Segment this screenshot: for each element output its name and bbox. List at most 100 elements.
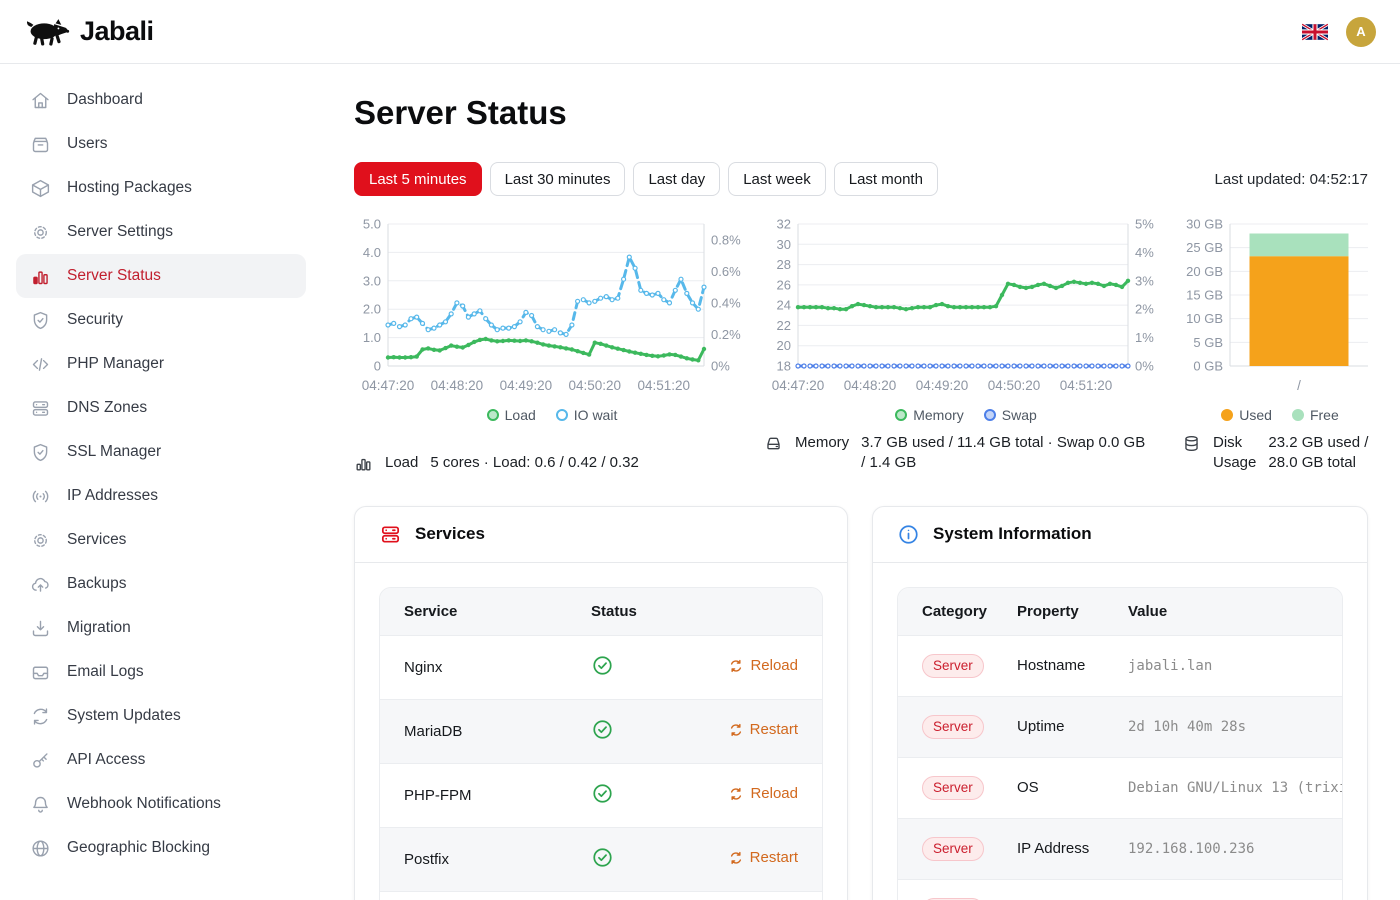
sidebar-item-php-manager[interactable]: PHP Manager	[16, 342, 306, 386]
sidebar-item-server-status[interactable]: Server Status	[16, 254, 306, 298]
time-range-button-last-month[interactable]: Last month	[834, 162, 938, 196]
svg-text:30 GB: 30 GB	[1186, 217, 1223, 232]
legend-label: Free	[1310, 407, 1339, 423]
legend-item-memory: Memory	[895, 407, 964, 423]
sidebar-item-label: SSL Manager	[67, 443, 161, 461]
svg-text:04:47:20: 04:47:20	[362, 378, 415, 393]
sidebar-item-label: PHP Manager	[67, 355, 164, 373]
property-name: Connections	[993, 879, 1104, 900]
table-row: PHP-FPMReload	[380, 763, 822, 827]
time-range-button-last-5-minutes[interactable]: Last 5 minutes	[354, 162, 482, 196]
sidebar-item-ssl-manager[interactable]: SSL Manager	[16, 430, 306, 474]
service-action-reload-link[interactable]: Reload	[729, 657, 798, 674]
sidebar-item-label: Backups	[67, 575, 126, 593]
sidebar-item-dashboard[interactable]: Dashboard	[16, 78, 306, 122]
legend-item-free: Free	[1292, 407, 1339, 423]
sidebar-item-api-access[interactable]: API Access	[16, 738, 306, 782]
service-status	[567, 827, 717, 891]
svg-text:0.4%: 0.4%	[711, 295, 741, 310]
svg-text:04:48:20: 04:48:20	[844, 378, 897, 393]
sidebar-item-dns-zones[interactable]: DNS Zones	[16, 386, 306, 430]
disk-panel: 0 GB5 GB10 GB15 GB20 GB25 GB30 GB/ UsedF…	[1182, 214, 1378, 474]
system-information-card: System Information CategoryPropertyValue…	[872, 506, 1368, 900]
load-chart-legend: Load IO wait	[354, 407, 750, 423]
service-action-restart-link[interactable]: Restart	[729, 849, 798, 866]
sidebar-item-label: Email Logs	[67, 663, 144, 681]
server-stack-icon	[30, 398, 51, 419]
legend-label: IO wait	[574, 407, 618, 423]
svg-text:28: 28	[777, 257, 791, 272]
svg-text:2.0: 2.0	[363, 302, 381, 317]
server-stack-icon	[379, 523, 402, 546]
svg-text:0: 0	[374, 359, 381, 374]
svg-text:0%: 0%	[1135, 359, 1154, 374]
cards-row: Services ServiceStatus NginxReloadMariaD…	[354, 506, 1368, 900]
sidebar-item-label: Server Status	[67, 267, 161, 285]
uk-flag-icon[interactable]	[1302, 23, 1328, 41]
service-action-reload-link[interactable]: Reload	[729, 785, 798, 802]
disk-chart: 0 GB5 GB10 GB15 GB20 GB25 GB30 GB/	[1182, 214, 1378, 405]
table-header-cell-property: Property	[993, 588, 1104, 636]
sidebar-item-services[interactable]: Services	[16, 518, 306, 562]
sidebar-item-email-logs[interactable]: Email Logs	[16, 650, 306, 694]
sidebar-item-label: DNS Zones	[67, 399, 147, 417]
services-card-header: Services	[355, 507, 847, 563]
svg-text:0.2%: 0.2%	[711, 327, 741, 342]
svg-text:5%: 5%	[1135, 217, 1154, 232]
sidebar-item-geographic-blocking[interactable]: Geographic Blocking	[16, 826, 306, 870]
sidebar-item-ip-addresses[interactable]: IP Addresses	[16, 474, 306, 518]
avatar[interactable]: A	[1346, 17, 1376, 47]
sidebar-item-hosting-packages[interactable]: Hosting Packages	[16, 166, 306, 210]
sidebar-item-backups[interactable]: Backups	[16, 562, 306, 606]
svg-text:3.0: 3.0	[363, 273, 381, 288]
legend-swatch	[556, 409, 568, 421]
service-name: Dovecot	[380, 891, 567, 900]
svg-text:0.6%: 0.6%	[711, 264, 741, 279]
memory-chart-legend: Memory Swap	[764, 407, 1168, 423]
check-circle-icon	[591, 718, 614, 741]
info-icon	[897, 523, 920, 546]
cube-icon	[30, 178, 51, 199]
svg-text:0.8%: 0.8%	[711, 232, 741, 247]
legend-item-swap: Swap	[984, 407, 1037, 423]
sidebar-item-security[interactable]: Security	[16, 298, 306, 342]
gear-icon	[30, 222, 51, 243]
broadcast-icon	[30, 486, 51, 507]
download-tray-icon	[30, 618, 51, 639]
svg-text:04:48:20: 04:48:20	[431, 378, 484, 393]
load-bars-icon	[354, 453, 373, 473]
table-header-cell-category: Category	[898, 588, 993, 636]
sidebar-item-migration[interactable]: Migration	[16, 606, 306, 650]
svg-text:32: 32	[777, 217, 791, 232]
sidebar-item-server-settings[interactable]: Server Settings	[16, 210, 306, 254]
disk-summary: Disk Usage 23.2 GB used / 28.0 GB total	[1182, 423, 1378, 474]
table-row: DovecotRestart	[380, 891, 822, 900]
boar-logo-icon	[24, 17, 70, 47]
sidebar-item-system-updates[interactable]: System Updates	[16, 694, 306, 738]
legend-label: Used	[1239, 407, 1272, 423]
sidebar-item-webhook-notifications[interactable]: Webhook Notifications	[16, 782, 306, 826]
brand-title: Jabali	[80, 16, 154, 47]
globe-icon	[30, 838, 51, 859]
svg-text:0 GB: 0 GB	[1193, 359, 1223, 374]
sidebar-item-users[interactable]: Users	[16, 122, 306, 166]
time-range-button-last-30-minutes[interactable]: Last 30 minutes	[490, 162, 626, 196]
load-summary: Load 5 cores · Load: 0.6 / 0.42 / 0.32	[354, 443, 750, 473]
svg-text:4.0: 4.0	[363, 245, 381, 260]
load-summary-text: 5 cores · Load: 0.6 / 0.42 / 0.32	[430, 453, 638, 473]
svg-text:18: 18	[777, 359, 791, 374]
time-range-button-last-week[interactable]: Last week	[728, 162, 826, 196]
service-action-restart-link[interactable]: Restart	[729, 721, 798, 738]
services-table: ServiceStatus NginxReloadMariaDBRestartP…	[379, 587, 823, 900]
disk-summary-text: 23.2 GB used / 28.0 GB total	[1268, 433, 1378, 474]
property-value: 2d 10h 40m 28s	[1104, 696, 1343, 757]
svg-text:5 GB: 5 GB	[1193, 335, 1223, 350]
legend-item-used: Used	[1221, 407, 1272, 423]
time-range-button-last-day[interactable]: Last day	[633, 162, 720, 196]
table-header-cell-value: Value	[1104, 588, 1343, 636]
property-value: Debian GNU/Linux 13 (trixie)	[1104, 757, 1343, 818]
brand[interactable]: Jabali	[24, 16, 154, 47]
legend-label: Load	[505, 407, 536, 423]
sidebar: DashboardUsersHosting PackagesServer Set…	[0, 64, 322, 900]
category-badge: Server	[922, 837, 984, 861]
